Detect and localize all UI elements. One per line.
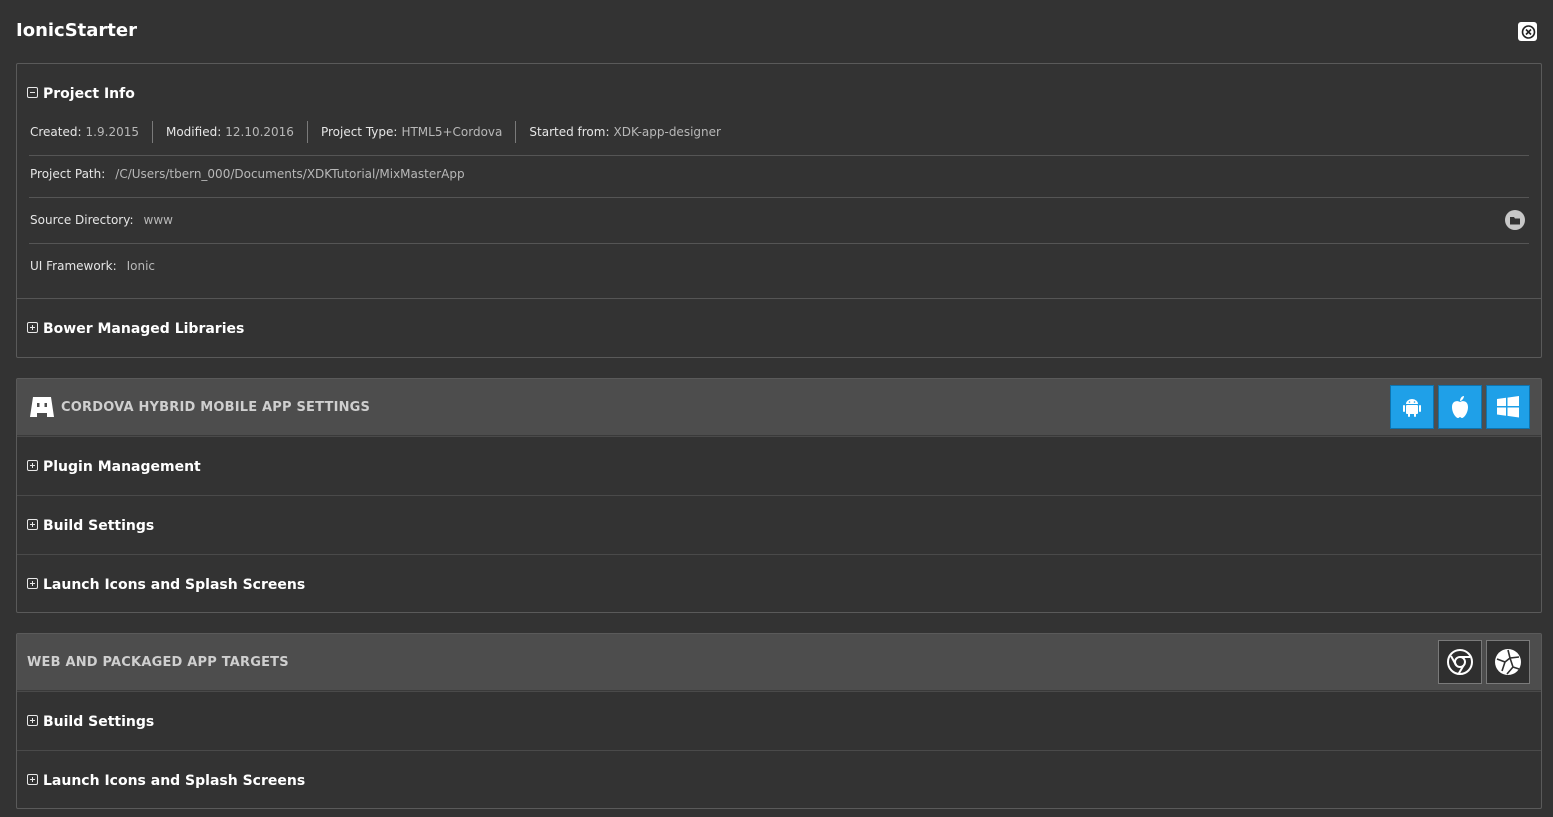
- started-from-value: XDK-app-designer: [613, 125, 721, 139]
- project-info-panel: Project Info Created: 1.9.2015 Modified:…: [16, 63, 1542, 358]
- cordova-launch-icons-title: Launch Icons and Splash Screens: [43, 577, 306, 593]
- web-targets-header: WEB AND PACKAGED APP TARGETS: [17, 634, 1541, 691]
- source-directory-value: www: [143, 213, 173, 227]
- plugin-management-header[interactable]: Plugin Management: [27, 459, 201, 475]
- expand-icon[interactable]: [27, 577, 38, 589]
- web-targets-title: WEB AND PACKAGED APP TARGETS: [27, 655, 289, 670]
- ui-framework-label: UI Framework:: [30, 259, 117, 273]
- android-icon[interactable]: [1390, 385, 1434, 429]
- bower-header[interactable]: Bower Managed Libraries: [27, 321, 244, 337]
- web-launch-icons-title: Launch Icons and Splash Screens: [43, 773, 306, 789]
- created-value: 1.9.2015: [85, 125, 139, 139]
- started-from-label: Started from:: [529, 125, 610, 139]
- cordova-build-settings-section: Build Settings: [17, 495, 1541, 554]
- bower-title: Bower Managed Libraries: [43, 321, 245, 337]
- cordova-icon: [30, 397, 54, 417]
- project-info-title: Project Info: [43, 86, 135, 102]
- web-launch-icons-header[interactable]: Launch Icons and Splash Screens: [27, 773, 305, 789]
- app-title: IonicStarter: [16, 20, 137, 41]
- project-meta-row: Created: 1.9.2015 Modified: 12.10.2016 P…: [29, 109, 1529, 156]
- ui-framework-row: UI Framework: Ionic: [29, 243, 1529, 289]
- expand-icon[interactable]: [27, 773, 38, 785]
- project-type-label: Project Type:: [320, 125, 398, 139]
- modified-item: Modified: 12.10.2016: [151, 121, 307, 143]
- chrome-icon[interactable]: [1438, 640, 1482, 684]
- cordova-build-settings-header[interactable]: Build Settings: [27, 518, 154, 534]
- cordova-launch-icons-header[interactable]: Launch Icons and Splash Screens: [27, 577, 305, 593]
- close-icon[interactable]: [1518, 22, 1537, 41]
- project-info-header[interactable]: Project Info: [27, 86, 135, 102]
- source-directory-row: Source Directory: www: [29, 197, 1529, 244]
- windows-icon[interactable]: [1486, 385, 1530, 429]
- cordova-title: CORDOVA HYBRID MOBILE APP SETTINGS: [61, 400, 371, 415]
- bower-section: Bower Managed Libraries: [17, 298, 1541, 359]
- modified-label: Modified:: [165, 125, 222, 139]
- project-path-value: /C/Users/tbern_000/Documents/XDKTutorial…: [115, 167, 465, 181]
- web-targets-panel: WEB AND PACKAGED APP TARGETS Build Setti…: [16, 633, 1542, 809]
- expand-icon[interactable]: [27, 714, 38, 726]
- cordova-header: CORDOVA HYBRID MOBILE APP SETTINGS: [17, 379, 1541, 436]
- created-item: Created: 1.9.2015: [29, 121, 152, 143]
- cordova-build-settings-title: Build Settings: [43, 518, 155, 534]
- cordova-launch-icons-section: Launch Icons and Splash Screens: [17, 554, 1541, 613]
- source-directory-label: Source Directory:: [30, 213, 134, 227]
- expand-icon[interactable]: [27, 459, 38, 471]
- folder-icon[interactable]: [1505, 210, 1525, 230]
- plugin-management-title: Plugin Management: [43, 459, 201, 475]
- project-type-item: Project Type: HTML5+Cordova: [306, 121, 515, 143]
- crosswalk-icon[interactable]: [1486, 640, 1530, 684]
- project-path-label: Project Path:: [30, 167, 106, 181]
- modified-value: 12.10.2016: [225, 125, 294, 139]
- web-launch-icons-section: Launch Icons and Splash Screens: [17, 750, 1541, 809]
- started-from-item: Started from: XDK-app-designer: [515, 121, 734, 143]
- plugin-management-section: Plugin Management: [17, 436, 1541, 495]
- web-build-settings-section: Build Settings: [17, 691, 1541, 750]
- apple-icon[interactable]: [1438, 385, 1482, 429]
- created-label: Created:: [30, 125, 82, 139]
- project-path-row: Project Path: /C/Users/tbern_000/Documen…: [29, 151, 1529, 198]
- cordova-panel: CORDOVA HYBRID MOBILE APP SETTINGS Plugi…: [16, 378, 1542, 613]
- project-type-value: HTML5+Cordova: [401, 125, 503, 139]
- web-build-settings-header[interactable]: Build Settings: [27, 714, 154, 730]
- collapse-icon[interactable]: [27, 86, 38, 98]
- expand-icon[interactable]: [27, 321, 38, 333]
- web-build-settings-title: Build Settings: [43, 714, 155, 730]
- ui-framework-value: Ionic: [126, 259, 156, 273]
- expand-icon[interactable]: [27, 518, 38, 530]
